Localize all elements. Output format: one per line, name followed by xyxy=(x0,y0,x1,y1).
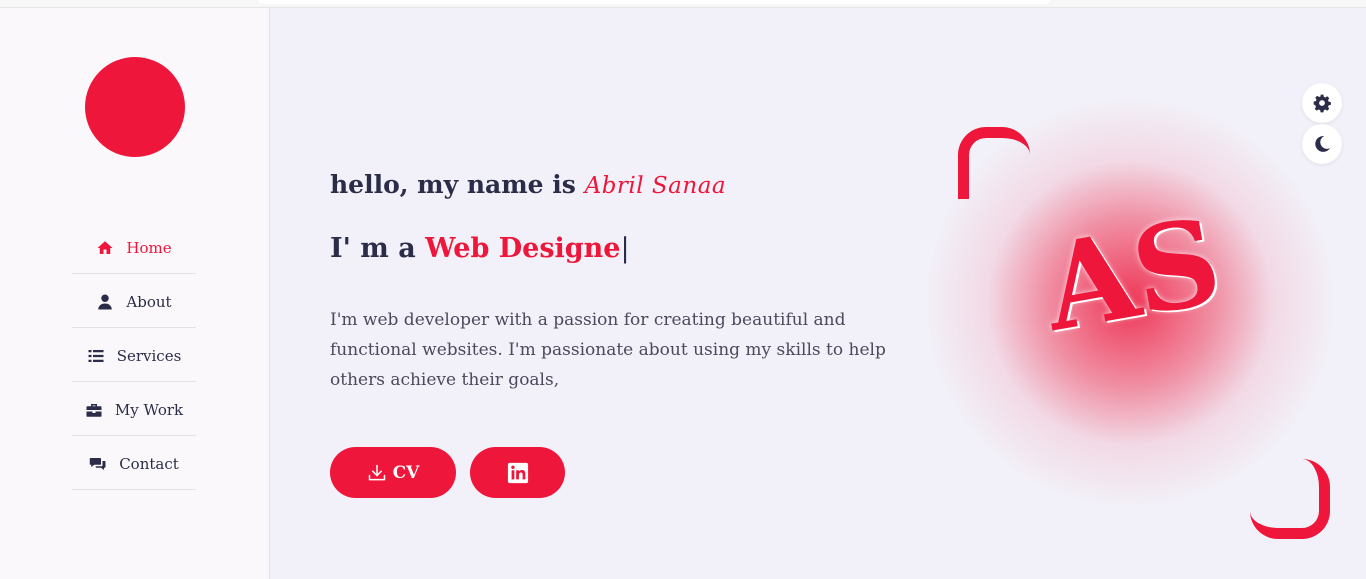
frame-corner-bottom-right xyxy=(1250,459,1330,539)
logo-initials: AS xyxy=(1034,191,1229,358)
sidebar-item-label: My Work xyxy=(114,400,184,419)
greeting: hello, my name is Abril Sanaa xyxy=(330,170,726,199)
role-headline: I' m a Web Designe| xyxy=(330,233,630,264)
sidebar-nav: Home About Services My Work Contact xyxy=(72,220,196,490)
settings-button[interactable] xyxy=(1302,83,1342,123)
comments-icon xyxy=(89,457,106,470)
sidebar-item-label: Contact xyxy=(119,454,179,473)
browser-top-strip xyxy=(0,0,1366,8)
linkedin-button[interactable] xyxy=(470,447,565,498)
linkedin-icon xyxy=(507,462,528,483)
cv-label: CV xyxy=(392,462,420,483)
home-icon xyxy=(97,240,113,254)
moon-icon xyxy=(1315,136,1330,152)
frame-corner-top-left xyxy=(958,127,1030,199)
sidebar: Home About Services My Work Contact xyxy=(0,8,270,579)
download-cv-button[interactable]: CV xyxy=(330,447,456,498)
download-icon xyxy=(368,464,385,480)
theme-toggle-button[interactable] xyxy=(1302,124,1342,164)
briefcase-icon xyxy=(86,403,102,417)
owner-name: Abril Sanaa xyxy=(584,173,727,199)
sidebar-item-label: Services xyxy=(116,346,182,365)
role-typed: Web Designe xyxy=(425,233,621,264)
description: I'm web developer with a passion for cre… xyxy=(330,310,886,390)
sidebar-item-home[interactable]: Home xyxy=(72,220,196,274)
user-icon xyxy=(98,294,113,309)
sidebar-item-label: Home xyxy=(126,238,172,257)
address-bar-edge xyxy=(258,0,1050,4)
typing-cursor: | xyxy=(620,233,630,264)
sidebar-item-about[interactable]: About xyxy=(72,274,196,328)
list-icon xyxy=(88,349,104,362)
gear-icon xyxy=(1313,94,1331,113)
sidebar-item-my-work[interactable]: My Work xyxy=(72,382,196,436)
sidebar-item-services[interactable]: Services xyxy=(72,328,196,382)
sidebar-item-label: About xyxy=(126,292,172,311)
sidebar-item-contact[interactable]: Contact xyxy=(72,436,196,490)
greeting-text: hello, my name is xyxy=(330,170,576,199)
avatar xyxy=(85,57,185,157)
hero-section: hello, my name is Abril Sanaa I' m a Web… xyxy=(270,8,1366,579)
role-prefix: I' m a xyxy=(330,233,416,264)
